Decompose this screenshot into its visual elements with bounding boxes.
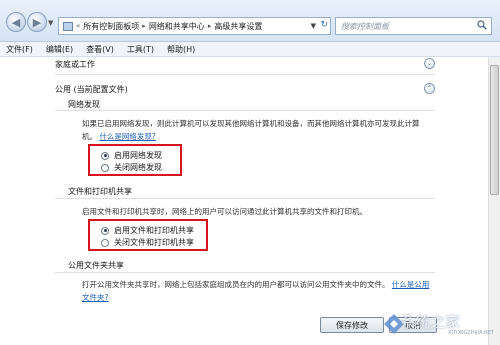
- forward-arrow-icon: ▶: [32, 15, 42, 29]
- control-panel-icon: [63, 21, 73, 31]
- radio-label: 启用文件和打印机共享: [114, 226, 194, 235]
- search-icon[interactable]: [477, 20, 487, 30]
- radio-label: 启用网络发现: [114, 151, 162, 160]
- divider: [55, 198, 435, 199]
- network-discovery-help-link[interactable]: 什么是网络发现?: [99, 132, 155, 141]
- menu-tools[interactable]: 工具(T): [127, 44, 154, 55]
- radio-disable-file-printer-sharing[interactable]: 关闭文件和打印机共享: [101, 237, 194, 248]
- menu-file[interactable]: 文件(F): [6, 44, 33, 55]
- radio-label: 关闭文件和打印机共享: [114, 238, 194, 247]
- address-field[interactable]: « 所有控制面板项 ▸ 网络和共享中心 ▸ 高级共享设置 ▼ ↻: [58, 17, 331, 35]
- section-public[interactable]: 公用 (当前配置文件): [55, 84, 128, 95]
- file-printer-sharing-heading: 文件和打印机共享: [68, 187, 132, 196]
- watermark-url: XITONGZHIJIA.NET: [448, 330, 494, 336]
- breadcrumb-separator-icon: «: [76, 22, 81, 30]
- back-button[interactable]: ◀: [6, 12, 26, 32]
- network-discovery-description: 如果已启用网络发现，则此计算机可以发现其他网络计算机和设备，而其他网络计算机亦可…: [82, 117, 432, 143]
- file-printer-sharing-description: 启用文件和打印机共享时，网络上的用户可以访问通过此计算机共享的文件和打印机。: [82, 207, 367, 216]
- forward-button[interactable]: ▶: [27, 12, 47, 32]
- collapse-chevron-icon[interactable]: ⌃: [424, 83, 435, 94]
- public-folder-sharing-description: 打开公用文件夹共享时，网络上包括家庭组成员在内的用户都可以访问公用文件夹中的文件…: [82, 278, 432, 304]
- radio-button[interactable]: [101, 163, 109, 172]
- divider: [55, 74, 435, 75]
- save-changes-button[interactable]: 保存修改: [320, 317, 384, 333]
- public-folder-text: 打开公用文件夹共享时，网络上包括家庭组成员在内的用户都可以访问公用文件夹中的文件…: [82, 280, 390, 289]
- menu-bar: 文件(F) 编辑(E) 查看(V) 工具(T) 帮助(H): [0, 42, 500, 57]
- scroll-thumb[interactable]: [490, 65, 499, 195]
- breadcrumb-item[interactable]: 高级共享设置: [214, 21, 262, 32]
- expand-chevron-icon[interactable]: ⌄: [424, 58, 435, 69]
- public-folder-sharing-heading: 公用文件夹共享: [68, 261, 124, 270]
- divider: [55, 110, 435, 111]
- divider: [55, 272, 435, 273]
- radio-button[interactable]: [101, 238, 109, 247]
- watermark-text: 系统之家: [400, 313, 461, 331]
- vertical-scrollbar[interactable]: [488, 57, 500, 345]
- address-dropdown-icon[interactable]: ▼: [311, 22, 316, 30]
- refresh-icon[interactable]: ↻: [320, 20, 328, 30]
- search-placeholder: 搜索控制面板: [341, 21, 389, 31]
- recent-pages-dropdown[interactable]: ▼: [48, 19, 53, 27]
- search-input[interactable]: 搜索控制面板: [335, 17, 492, 35]
- radio-label: 关闭网络发现: [114, 163, 162, 172]
- radio-enable-file-printer-sharing[interactable]: 启用文件和打印机共享: [101, 225, 194, 236]
- back-arrow-icon: ◀: [11, 15, 21, 29]
- breadcrumb-item[interactable]: 所有控制面板项: [83, 21, 139, 32]
- radio-button[interactable]: [101, 226, 109, 235]
- breadcrumb-item[interactable]: 网络和共享中心: [149, 21, 205, 32]
- address-toolbar: ◀ ▶ ▼ « 所有控制面板项 ▸ 网络和共享中心 ▸ 高级共享设置 ▼ ↻ 搜…: [0, 0, 500, 42]
- network-discovery-heading: 网络发现: [68, 100, 100, 109]
- menu-help[interactable]: 帮助(H): [167, 44, 195, 55]
- menu-edit[interactable]: 编辑(E): [46, 44, 73, 55]
- breadcrumb-separator-icon: ▸: [142, 22, 146, 30]
- radio-enable-network-discovery[interactable]: 启用网络发现: [101, 150, 162, 161]
- radio-button[interactable]: [101, 151, 109, 160]
- radio-disable-network-discovery[interactable]: 关闭网络发现: [101, 162, 162, 173]
- section-home-work[interactable]: 家庭或工作: [55, 59, 95, 70]
- breadcrumb-separator-icon: ▸: [207, 22, 212, 30]
- menu-view[interactable]: 查看(V): [86, 44, 114, 55]
